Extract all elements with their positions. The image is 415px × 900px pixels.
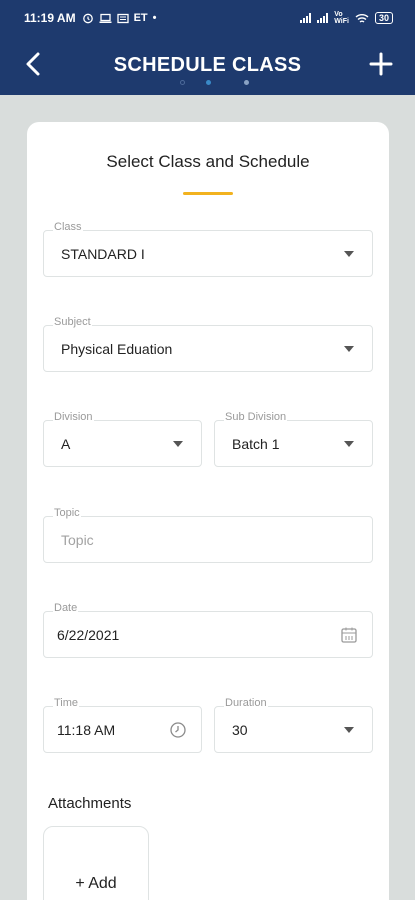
page-indicator (170, 78, 260, 88)
date-picker[interactable]: Date 6/22/2021 (43, 602, 373, 658)
clock-icon[interactable] (169, 721, 187, 739)
app-header: 11:19 AM ET • Vo WiFi 30 SCHEDULE CLASS (0, 0, 415, 95)
sub-division-value: Batch 1 (232, 435, 280, 452)
topic-input[interactable]: Topic Topic (43, 507, 373, 563)
battery-icon: 30 (374, 12, 393, 24)
page-dot (180, 80, 185, 85)
division-dropdown[interactable]: Division A (43, 411, 202, 467)
division-value: A (61, 435, 71, 452)
subject-dropdown[interactable]: Subject Physical Eduation (43, 316, 373, 372)
class-value: STANDARD I (61, 245, 145, 262)
calendar-icon[interactable] (340, 626, 358, 644)
class-dropdown[interactable]: Class STANDARD I (43, 221, 373, 277)
caret-down-icon (344, 726, 354, 733)
signal-2-icon (317, 13, 329, 23)
caret-down-icon (344, 345, 354, 352)
wifi-icon (355, 13, 369, 23)
status-notification-icons: ET • (82, 12, 157, 24)
page-title: SCHEDULE CLASS (113, 53, 302, 76)
status-system-icons: Vo WiFi 30 (300, 11, 393, 25)
card-heading: Select Class and Schedule (106, 152, 310, 171)
attachments-heading: Attachments (48, 795, 132, 812)
status-bar: 11:19 AM ET • Vo WiFi 30 (0, 0, 415, 36)
status-carrier: ET (133, 12, 148, 24)
laptop-icon (99, 13, 112, 23)
alarm-icon (82, 13, 93, 24)
add-attachment-button[interactable]: + Add (43, 826, 149, 900)
chevron-left-icon[interactable] (20, 50, 48, 78)
signal-icon (300, 13, 312, 23)
time-value: 11:18 AM (57, 721, 116, 738)
page-dot (244, 80, 249, 85)
subject-value: Physical Eduation (61, 340, 173, 357)
sub-division-dropdown[interactable]: Sub Division Batch 1 (214, 411, 373, 467)
heading-underline (183, 192, 233, 195)
plus-icon[interactable] (367, 50, 395, 78)
duration-value: 30 (232, 721, 248, 738)
page-dot-active (206, 80, 211, 85)
duration-dropdown[interactable]: Duration 30 (214, 697, 373, 753)
status-time: 11:19 AM (24, 11, 76, 25)
date-value: 6/22/2021 (57, 626, 120, 643)
topic-placeholder: Topic (61, 531, 94, 548)
time-picker[interactable]: Time 11:18 AM (43, 697, 202, 753)
division-label: Division (53, 411, 94, 423)
news-icon (116, 13, 129, 23)
caret-down-icon (344, 250, 354, 257)
add-attachment-label: + Add (75, 875, 117, 892)
vowifi-icon: Vo WiFi (334, 11, 349, 25)
caret-down-icon (173, 440, 183, 447)
caret-down-icon (344, 440, 354, 447)
more-dot-icon: • (152, 12, 157, 24)
